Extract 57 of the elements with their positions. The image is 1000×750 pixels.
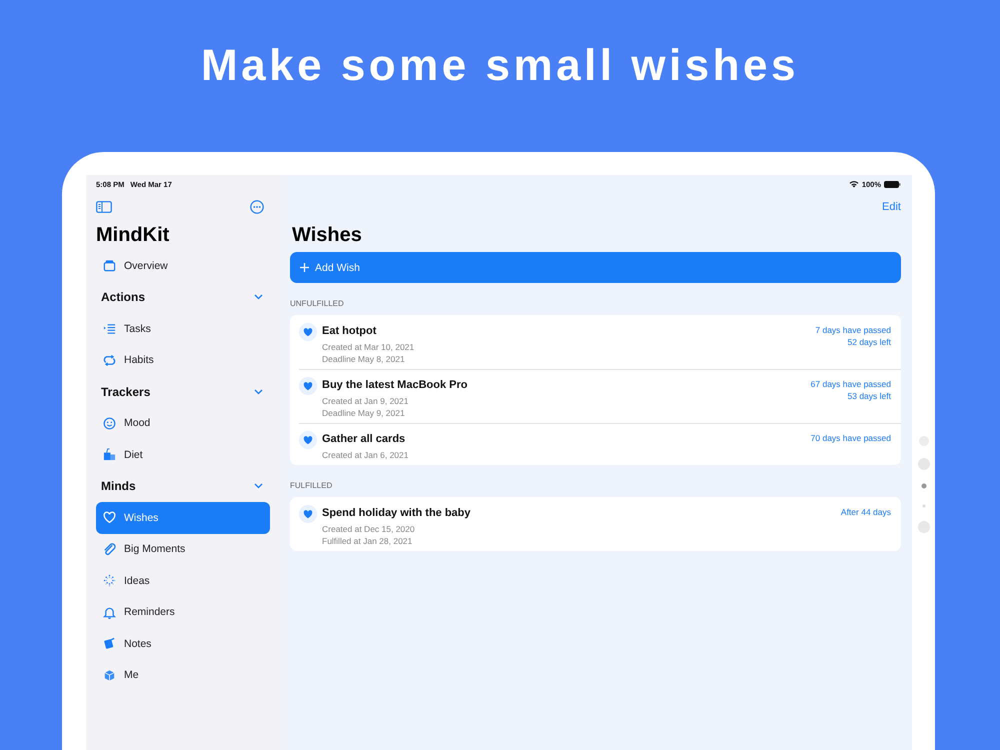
sidebar-toggle-icon[interactable] [96,200,112,212]
group-header: UNFULFILLED [290,299,344,308]
sidebar-item[interactable]: Mood [96,408,270,439]
wish-status: 70 days have passed [810,432,891,444]
section-title: Trackers [101,384,150,399]
cup-icon [103,448,116,462]
more-icon[interactable] [250,200,264,214]
page-title: Wishes [292,224,362,246]
group-header: FULFILLED [290,481,332,490]
list-icon [103,322,116,336]
wish-title: Eat hotpot [322,324,378,338]
sidebar-item[interactable]: Reminders [96,596,270,628]
battery-icon [884,180,901,188]
chevron-icon[interactable] [254,388,263,395]
wish-status: After 44 days [840,506,891,518]
wish-title: Spend holiday with the baby [322,506,472,520]
chevron-icon[interactable] [254,483,263,490]
sidebar-item[interactable]: Diet [96,439,270,470]
chevron-icon[interactable] [254,294,263,300]
wish-detail: Created at Jan 9, 2021 [322,395,410,407]
wish-status: 67 days have passed [810,378,891,390]
edit-button[interactable]: Edit [882,200,901,212]
wish-detail: Deadline May 8, 2021 [322,353,406,365]
paperclip-icon [103,542,116,556]
app-title: MindKit [96,224,170,246]
sidebar-item[interactable]: Tasks [96,313,270,344]
section-title: Actions [101,290,146,304]
wish-status: 53 days left [848,390,891,402]
wish-status: 7 days have passed [815,324,891,336]
sidebar-item[interactable]: Big Moments [96,534,270,565]
sidebar-item[interactable]: Notes [96,628,270,660]
wish-title: Gather all cards [322,432,406,446]
wish-detail: Created at Mar 10, 2021 [322,341,416,353]
sidebar-item[interactable]: Me [96,660,270,691]
cube-icon [103,668,116,682]
sidebar-item[interactable]: Wishes [96,502,270,534]
wish-status: 52 days left [848,336,891,348]
wish-title: Buy the latest MacBook Pro [322,378,468,392]
note-icon [103,637,116,650]
sidebar-item[interactable]: Ideas [96,565,270,596]
sparkle-icon [103,574,116,588]
add-wish-button[interactable]: Add Wish [290,252,901,283]
bell-icon [103,606,116,619]
wish-detail: Created at Jan 6, 2021 [322,449,410,461]
cycle-icon [103,354,116,367]
plus-icon [300,263,309,272]
wish-detail: Deadline May 9, 2021 [322,407,406,419]
wish-detail: Created at Dec 15, 2020 [322,523,416,535]
wifi-icon [848,180,859,188]
smiley-icon [103,416,116,430]
section-title: Minds [101,479,136,494]
sidebar-item[interactable]: Overview [96,250,270,282]
box-icon [103,259,116,272]
sidebar-item[interactable]: Habits [96,344,270,376]
headline: Make some small wishes [201,40,799,92]
heart-icon [103,511,116,524]
wish-detail: Fulfilled at Jan 28, 2021 [322,535,414,547]
